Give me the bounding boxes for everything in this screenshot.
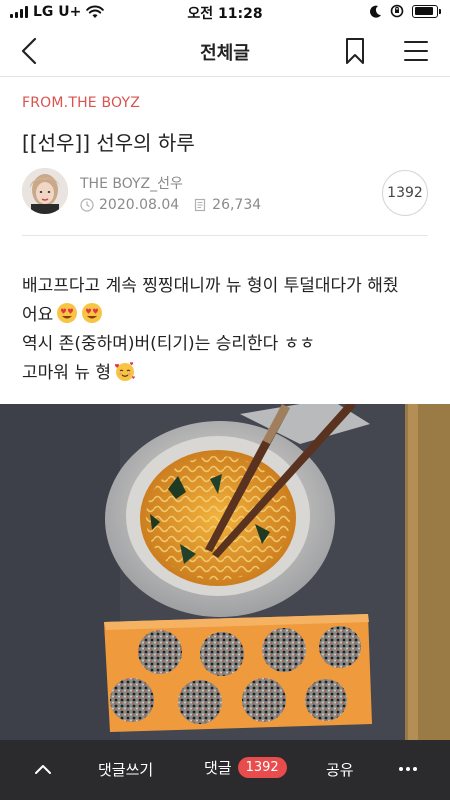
battery-level — [414, 7, 434, 15]
back-chevron-icon[interactable] — [16, 36, 46, 66]
battery-icon — [412, 4, 441, 18]
moon-icon — [370, 5, 381, 18]
post-date: 2020.08.04 — [99, 197, 180, 213]
comments-count-badge: 1392 — [237, 757, 287, 778]
bottom-action-bar: 댓글쓰기 댓글 1392 공유 — [0, 740, 450, 800]
share-button[interactable]: 공유 — [326, 759, 354, 780]
bookmark-icon[interactable] — [343, 36, 367, 66]
post-source-link[interactable]: FROM.THE BOYZ — [22, 95, 140, 111]
scroll-top-chevron-icon[interactable] — [30, 756, 56, 782]
status-right — [370, 4, 441, 18]
body-line: 역시 존(중하며)버(티기)는 승리한다 ㅎㅎ — [22, 334, 315, 354]
post-views: 26,734 — [212, 197, 262, 213]
comment-count-button[interactable]: 1392 — [382, 170, 428, 216]
avatar[interactable] — [22, 168, 68, 214]
ramen-and-rice-balls-image — [0, 404, 450, 740]
orientation-lock-icon — [390, 4, 404, 18]
heart-eyes-emoji-icon — [57, 303, 78, 323]
write-comment-button[interactable]: 댓글쓰기 — [98, 759, 153, 780]
post-photo[interactable] — [0, 404, 450, 740]
body-line: 어요 — [22, 301, 430, 330]
body-line-text: 어요 — [22, 305, 54, 325]
post-meta: 2020.08.04 26,734 — [80, 197, 261, 213]
smiling-hearts-emoji-icon — [115, 362, 135, 381]
author-name[interactable]: THE BOYZ_선우 — [80, 173, 183, 193]
body-line: 배고프다고 계속 찡찡대니까 뉴 형이 투덜대다가 해줬 — [22, 276, 399, 296]
status-bar: LG U+ 오전 11:28 — [0, 0, 450, 24]
author-row: THE BOYZ_선우 2020.08.04 26,734 1392 — [22, 168, 428, 218]
comments-button[interactable]: 댓글 1392 — [204, 757, 287, 778]
nav-bar: 전체글 — [0, 24, 450, 77]
document-views-icon — [195, 198, 206, 212]
hamburger-menu-icon[interactable] — [402, 38, 430, 64]
more-options-icon[interactable] — [396, 756, 420, 782]
page-title: 전체글 — [200, 43, 250, 64]
avatar-image — [22, 168, 68, 214]
body-line: 고마워 뉴 형 — [22, 359, 430, 388]
post-body: 배고프다고 계속 찡찡대니까 뉴 형이 투덜대다가 해줬 어요 역시 존(중하며… — [22, 272, 430, 388]
heart-eyes-emoji-icon — [82, 303, 103, 323]
post-title: [[선우]] 선우의 하루 — [22, 131, 195, 155]
divider — [22, 235, 428, 236]
body-line-text: 고마워 뉴 형 — [22, 363, 112, 383]
comments-label: 댓글 — [204, 759, 232, 777]
clock-icon — [80, 198, 94, 212]
